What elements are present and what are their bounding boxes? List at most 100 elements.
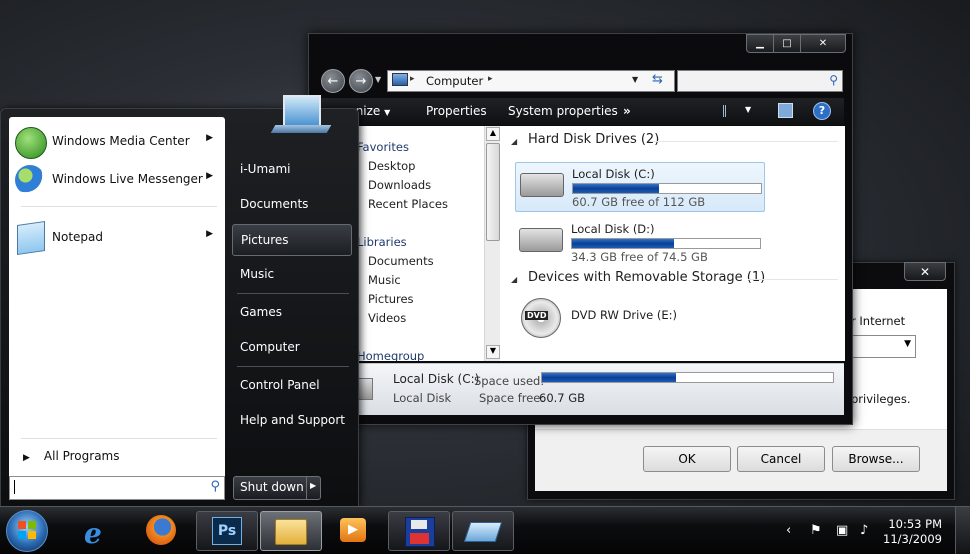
taskbar-windows-explorer[interactable] — [260, 511, 322, 551]
submenu-arrow-icon[interactable]: ▶ — [206, 229, 213, 239]
control-panel-link[interactable]: Control Panel — [232, 370, 350, 400]
search-icon[interactable]: ⚲ — [829, 73, 838, 87]
nav-recent-places[interactable]: Recent Places — [368, 197, 448, 211]
minimize-button[interactable]: ▁ — [746, 34, 774, 53]
close-button[interactable]: ✕ — [800, 34, 846, 53]
taskbar-save-app[interactable] — [388, 511, 450, 551]
views-icon[interactable] — [723, 105, 740, 117]
recent-pages-dropdown-icon[interactable]: ▼ — [375, 75, 381, 84]
documents-link[interactable]: Documents — [232, 189, 350, 219]
taskbar-firefox[interactable] — [132, 511, 192, 549]
games-link[interactable]: Games — [232, 297, 350, 327]
volume-icon[interactable]: ♪ — [860, 523, 868, 538]
scroll-down-icon[interactable]: ▼ — [486, 345, 500, 359]
nav-pictures[interactable]: Pictures — [368, 292, 414, 306]
forward-button[interactable]: → — [349, 69, 373, 93]
run-close-button[interactable]: ✕ — [904, 262, 946, 281]
start-button[interactable] — [6, 510, 48, 552]
windows-logo-icon — [28, 531, 36, 539]
user-name: i-Umami — [240, 162, 291, 176]
system-properties-button[interactable]: System properties — [508, 104, 618, 118]
nav-documents[interactable]: Documents — [368, 254, 434, 268]
show-desktop-button[interactable] — [955, 507, 970, 554]
nav-music[interactable]: Music — [368, 273, 401, 287]
refresh-icon[interactable]: ⇆ — [652, 72, 663, 87]
drive-free-space: 34.3 GB free of 74.5 GB — [571, 250, 708, 264]
command-bar: rganize ▼ Properties System properties »… — [317, 98, 844, 125]
views-dropdown-icon[interactable]: ▼ — [745, 105, 751, 114]
run-description-text: or Internet — [844, 314, 906, 328]
scroll-up-icon[interactable]: ▲ — [486, 127, 500, 141]
program-windows-media-center[interactable]: Windows Media Center ▶ — [13, 125, 221, 159]
taskbar-internet-explorer[interactable]: e — [68, 511, 128, 550]
search-input[interactable]: ⚲ — [677, 70, 843, 92]
floppy-shutter — [410, 533, 429, 544]
show-hidden-icons-button[interactable]: ‹ — [786, 523, 791, 538]
windows-drive-icon — [520, 173, 564, 197]
start-search-input[interactable]: ⚲ — [9, 476, 225, 500]
nav-homegroup[interactable]: Homegroup — [357, 349, 424, 361]
menu-separator — [237, 293, 349, 294]
network-icon[interactable]: ▣ — [836, 523, 848, 538]
taskbar-photoshop[interactable]: Ps — [196, 511, 258, 551]
nav-pane-scrollbar[interactable]: ▲ ▼ — [484, 126, 500, 361]
removable-storage-header[interactable]: Devices with Removable Storage (1) — [528, 270, 765, 285]
music-link[interactable]: Music — [232, 259, 350, 289]
chevron-down-icon: ▼ — [384, 108, 391, 117]
shutdown-button[interactable]: Shut down ▶ — [233, 476, 321, 500]
computer-icon — [392, 73, 408, 86]
collapse-triangle-icon[interactable]: ◢ — [511, 137, 517, 146]
scrollbar-thumb[interactable] — [486, 143, 500, 241]
back-button[interactable]: ← — [321, 69, 345, 93]
collapse-triangle-icon[interactable]: ◢ — [511, 275, 517, 284]
browse-button[interactable]: Browse... — [832, 446, 920, 472]
pictures-link[interactable]: Pictures — [232, 224, 352, 256]
system-clock[interactable]: 10:53 PM 11/3/2009 — [883, 517, 942, 547]
program-notepad[interactable]: Notepad ▶ — [13, 221, 221, 255]
submenu-arrow-icon[interactable]: ▶ — [206, 171, 213, 181]
windows-logo-icon — [18, 521, 26, 529]
drive-item-dvd[interactable]: DVD DVD RW Drive (E:) — [515, 294, 763, 342]
nav-videos[interactable]: Videos — [368, 311, 406, 325]
maximize-button[interactable]: □ — [773, 34, 801, 53]
run-open-combobox[interactable]: ▼ — [844, 335, 916, 358]
button-divider — [306, 477, 307, 499]
dvd-badge: DVD — [525, 311, 549, 320]
taskbar-run-app[interactable] — [452, 511, 514, 551]
hard-drive-icon — [519, 228, 563, 252]
more-commands-button[interactable]: » — [623, 104, 631, 118]
clock-time: 10:53 PM — [888, 517, 942, 531]
nav-downloads[interactable]: Downloads — [368, 178, 431, 192]
program-windows-live-messenger[interactable]: Windows Live Messenger ▶ — [13, 163, 221, 197]
drive-item-c[interactable]: Local Disk (C:) 60.7 GB free of 112 GB — [515, 162, 765, 212]
hard-disk-drives-header[interactable]: Hard Disk Drives (2) — [528, 132, 659, 147]
search-icon[interactable]: ⚲ — [210, 479, 220, 494]
properties-button[interactable]: Properties — [426, 104, 487, 118]
window-caption-buttons: ▁ □ ✕ — [746, 34, 846, 53]
address-dropdown-icon[interactable]: ▼ — [632, 75, 638, 84]
submenu-arrow-icon[interactable]: ▶ — [206, 133, 213, 143]
action-center-flag-icon[interactable]: ⚑ — [810, 523, 822, 538]
computer-link[interactable]: Computer — [232, 332, 350, 362]
nav-favorites[interactable]: Favorites — [357, 140, 409, 154]
all-programs-button[interactable]: ▶ All Programs — [23, 449, 120, 463]
help-icon[interactable]: ? — [813, 102, 831, 120]
help-and-support-link[interactable]: Help and Support — [232, 405, 350, 435]
drive-item-d[interactable]: Local Disk (D:) 34.3 GB free of 74.5 GB — [515, 218, 763, 266]
combobox-dropdown-icon[interactable]: ▼ — [904, 339, 911, 349]
address-bar[interactable]: ▸ Computer ▸ ▼ ⇆ — [387, 70, 675, 92]
user-folder-link[interactable]: i-Umami — [232, 154, 350, 184]
shutdown-options-icon[interactable]: ▶ — [310, 481, 316, 490]
nav-desktop[interactable]: Desktop — [368, 159, 415, 173]
ok-button[interactable]: OK — [643, 446, 731, 472]
user-picture-frame[interactable] — [270, 95, 332, 139]
taskbar-media-player[interactable]: ▶ — [324, 511, 384, 549]
chevron-right-icon[interactable]: ▸ — [488, 74, 493, 84]
start-menu-programs-pane: Windows Media Center ▶ Windows Live Mess… — [9, 117, 225, 479]
breadcrumb-computer[interactable]: Computer — [426, 74, 483, 88]
control-panel-label: Control Panel — [240, 378, 320, 392]
media-player-icon: ▶ — [340, 518, 366, 542]
nav-libraries[interactable]: Libraries — [357, 235, 407, 249]
preview-pane-icon[interactable] — [778, 103, 793, 118]
cancel-button[interactable]: Cancel — [737, 446, 825, 472]
